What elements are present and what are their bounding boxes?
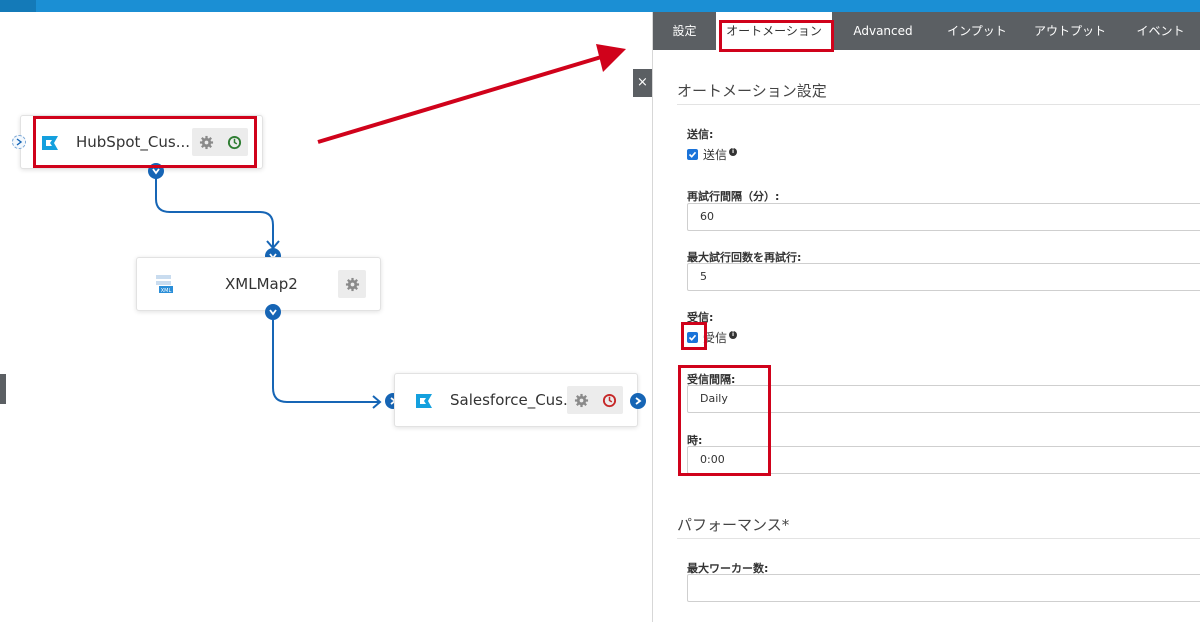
chevron-right-icon — [635, 397, 642, 405]
flow-node-salesforce[interactable]: Salesforce_Cus... — [394, 373, 638, 427]
clock-icon — [602, 393, 616, 407]
highlight-box-node — [33, 116, 257, 168]
send-checkbox[interactable] — [687, 149, 698, 160]
node-input-handle[interactable] — [12, 135, 26, 149]
properties-panel: 設定 オートメーション Advanced インプット アウトプット イベント オ… — [652, 12, 1200, 622]
xml-map-icon: XML — [156, 275, 173, 294]
gear-icon — [574, 393, 588, 407]
performance-section-title: パフォーマンス* — [677, 516, 790, 534]
max-retry-input[interactable]: 5 — [687, 263, 1200, 291]
flow-canvas[interactable]: HubSpot_Cus... XML XMLMap2 Salesforce_Cu… — [0, 12, 652, 622]
retry-interval-label: 再試行間隔（分）: — [687, 190, 780, 203]
tab-advanced[interactable]: Advanced — [832, 12, 934, 50]
node-label: Salesforce_Cus... — [450, 391, 578, 409]
retry-interval-input[interactable]: 60 — [687, 203, 1200, 231]
node-tools — [567, 386, 623, 414]
highlight-box-schedule — [678, 365, 771, 476]
connection-lines — [155, 44, 626, 409]
send-checkbox-row[interactable]: 送信 i — [687, 146, 738, 163]
canvas-side-tab[interactable] — [0, 374, 6, 404]
max-workers-input[interactable] — [687, 574, 1200, 602]
chevron-right-icon — [16, 138, 23, 146]
node-label: XMLMap2 — [225, 275, 298, 293]
check-icon — [688, 151, 697, 158]
node-output-connector[interactable] — [630, 393, 646, 409]
node-tools — [338, 270, 366, 298]
gear-icon — [345, 277, 359, 291]
section-divider — [677, 104, 1200, 105]
top-bar — [0, 0, 1200, 12]
annotation-arrow — [317, 53, 609, 144]
chevron-down-icon — [269, 309, 277, 316]
close-panel-button[interactable]: × — [633, 69, 652, 97]
tab-input[interactable]: インプット — [934, 12, 1020, 50]
top-bar-left-tab[interactable] — [0, 0, 36, 12]
settings-gear-button[interactable] — [338, 270, 366, 298]
connector-logo-icon — [416, 394, 432, 408]
node-output-connector[interactable] — [265, 304, 281, 320]
schedule-clock-button[interactable] — [595, 386, 623, 414]
highlight-box-checkbox — [681, 322, 707, 350]
send-label: 送信: — [687, 128, 714, 141]
highlight-box-tab — [719, 20, 834, 52]
automation-section-title: オートメーション設定 — [677, 82, 827, 100]
send-checkbox-label: 送信 — [703, 148, 728, 162]
flow-node-xmlmap[interactable]: XML XMLMap2 — [136, 257, 381, 311]
settings-gear-button[interactable] — [567, 386, 595, 414]
tab-output[interactable]: アウトプット — [1020, 12, 1120, 50]
info-icon[interactable]: i — [729, 147, 738, 156]
info-icon[interactable]: i — [729, 330, 738, 339]
section-divider — [677, 538, 1200, 539]
svg-text:XML: XML — [161, 288, 172, 294]
tab-events[interactable]: イベント — [1120, 12, 1200, 50]
tab-settings[interactable]: 設定 — [653, 12, 716, 50]
